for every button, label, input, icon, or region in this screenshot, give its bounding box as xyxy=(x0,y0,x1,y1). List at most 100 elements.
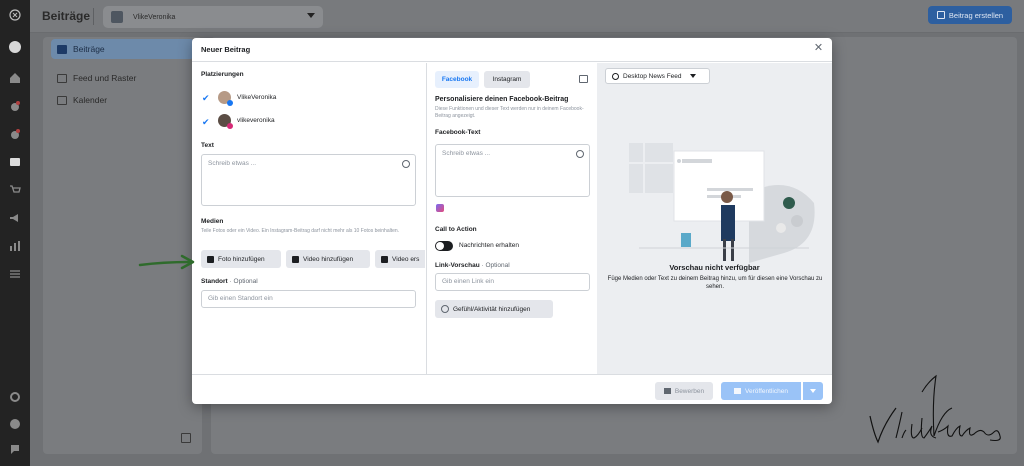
calendar-icon xyxy=(57,95,67,105)
content-icon[interactable] xyxy=(8,155,22,169)
video-create-icon xyxy=(381,255,388,263)
placements-label: Platzierungen xyxy=(201,71,244,78)
account-name: VlikeVeronika xyxy=(133,13,176,21)
post-settings-column: Platzierungen ✔ VlikeVeronika ✔ vlikever… xyxy=(192,63,425,374)
menu-icon[interactable] xyxy=(8,267,22,281)
help-icon[interactable] xyxy=(8,417,22,431)
preview-placement-dropdown[interactable]: Desktop News Feed xyxy=(605,68,710,84)
home-icon[interactable] xyxy=(8,71,22,85)
megaphone-icon xyxy=(663,388,671,394)
signature-logo xyxy=(869,374,1001,444)
text-input[interactable]: Schreib etwas ... xyxy=(201,154,416,206)
profile-avatar-icon[interactable] xyxy=(8,40,22,54)
account-selector[interactable]: VlikeVeronika xyxy=(103,6,323,28)
sidebar-item-label: Beiträge xyxy=(73,44,105,54)
add-photo-button[interactable]: Foto hinzufügen xyxy=(201,250,281,268)
new-post-dialog: Neuer Beitrag ✕ Platzierungen ✔ VlikeVer… xyxy=(192,38,832,404)
link-input[interactable]: Gib einen Link ein xyxy=(435,273,590,291)
dialog-title: Neuer Beitrag xyxy=(201,45,251,54)
create-video-label: Video ers xyxy=(392,255,420,263)
dialog-header: Neuer Beitrag ✕ xyxy=(192,38,832,62)
location-input[interactable]: Gib einen Standort ein xyxy=(201,290,416,308)
side-panel: Beiträge Feed und Raster Kalender xyxy=(43,37,202,454)
placement-name: VlikeVeronika xyxy=(237,94,277,101)
publish-options-button[interactable] xyxy=(803,382,823,400)
location-label: Standort · Optional xyxy=(201,278,258,285)
feed-icon xyxy=(57,73,67,83)
preview-toggle-icon[interactable] xyxy=(579,75,588,83)
video-icon xyxy=(292,255,299,263)
messages-toggle-label: Nachrichten erhalten xyxy=(459,242,519,249)
globe-icon xyxy=(612,72,619,80)
location-placeholder: Gib einen Standort ein xyxy=(208,295,273,302)
cta-label: Call to Action xyxy=(435,226,477,233)
divider xyxy=(93,8,94,25)
personalize-hint: Diese Funktionen und dieser Text werden … xyxy=(435,106,584,119)
optional-text: · Optional xyxy=(229,278,258,285)
optional-text: · Optional xyxy=(481,262,510,269)
sidebar-item-label: Kalender xyxy=(73,95,108,105)
top-bar: Beiträge VlikeVeronika Beitrag erstellen xyxy=(30,0,1024,33)
collapse-panel-icon[interactable] xyxy=(181,433,191,443)
emoji-icon[interactable] xyxy=(402,160,410,168)
media-label: Medien xyxy=(201,218,224,225)
tab-facebook[interactable]: Facebook xyxy=(435,71,479,88)
boost-label: Bewerben xyxy=(674,387,705,395)
emoji-icon[interactable] xyxy=(576,150,584,158)
preview-placement-label: Desktop News Feed xyxy=(623,72,682,80)
photo-icon xyxy=(207,255,214,263)
create-post-label: Beitrag erstellen xyxy=(948,10,1004,20)
page-title: Beiträge xyxy=(42,9,91,23)
facebook-customization-column: Facebook Instagram Personalisiere deinen… xyxy=(426,63,597,374)
sidebar-item-label: Feed und Raster xyxy=(73,73,137,83)
close-icon[interactable]: ✕ xyxy=(813,43,824,54)
ads-icon[interactable] xyxy=(8,211,22,225)
add-video-button[interactable]: Video hinzufügen xyxy=(286,250,370,268)
sidebar-item-feed[interactable]: Feed und Raster xyxy=(51,68,194,88)
settings-icon[interactable] xyxy=(8,390,22,404)
add-feeling-label: Gefühl/Aktivität hinzufügen xyxy=(453,305,531,313)
media-hint: Teile Fotos oder ein Video. Ein Instagra… xyxy=(201,228,400,234)
text-label: Text xyxy=(201,142,214,149)
activity-icon[interactable] xyxy=(8,127,22,141)
facebook-text-input[interactable]: Schreib etwas ... xyxy=(435,144,590,197)
add-video-label: Video hinzufügen xyxy=(303,255,354,263)
tab-instagram[interactable]: Instagram xyxy=(484,71,530,88)
notifications-icon[interactable] xyxy=(8,99,22,113)
publish-label: Veröffentlichen xyxy=(745,387,788,395)
messages-toggle[interactable] xyxy=(435,241,453,251)
account-avatar xyxy=(111,11,123,23)
preview-column: Desktop News Feed Vorschau nicht verfügb… xyxy=(597,63,832,374)
link-placeholder: Gib einen Link ein xyxy=(442,278,495,285)
feeling-icon xyxy=(441,305,449,313)
instagram-icon xyxy=(227,123,233,129)
sidebar-item-posts[interactable]: Beiträge xyxy=(51,39,194,59)
checkmark-icon[interactable]: ✔ xyxy=(202,117,212,127)
sidebar-item-calendar[interactable]: Kalender xyxy=(51,90,194,110)
add-photo-label: Foto hinzufügen xyxy=(218,255,265,263)
shop-icon[interactable] xyxy=(8,183,22,197)
link-preview-label-text: Link-Vorschau xyxy=(435,262,480,269)
preview-unavailable-title: Vorschau nicht verfügbar xyxy=(669,263,760,272)
facebook-text-placeholder: Schreib etwas ... xyxy=(442,150,491,157)
create-post-button[interactable]: Beitrag erstellen xyxy=(928,6,1012,24)
location-label-text: Standort xyxy=(201,278,228,285)
create-video-button[interactable]: Video ers xyxy=(375,250,425,268)
preview-unavailable-text: Füge Medien oder Text zu deinem Beitrag … xyxy=(607,276,823,290)
checkmark-icon[interactable]: ✔ xyxy=(202,93,212,103)
insights-icon[interactable] xyxy=(8,239,22,253)
dialog-footer: Bewerben Veröffentlichen xyxy=(192,374,832,404)
boost-button[interactable]: Bewerben xyxy=(655,382,713,400)
annotation-arrow xyxy=(138,254,195,270)
feedback-icon[interactable] xyxy=(8,442,22,456)
app-icon[interactable] xyxy=(436,204,444,212)
preview-unavailable-illustration xyxy=(629,143,815,263)
meta-logo-icon[interactable] xyxy=(8,8,22,22)
facebook-icon xyxy=(227,100,233,106)
chevron-down-icon xyxy=(689,74,696,78)
edit-icon xyxy=(936,11,945,19)
publish-button[interactable]: Veröffentlichen xyxy=(721,382,801,400)
add-feeling-button[interactable]: Gefühl/Aktivität hinzufügen xyxy=(435,300,553,318)
personalize-title: Personalisiere deinen Facebook-Beitrag xyxy=(435,96,569,103)
placement-name: vlikeveronika xyxy=(237,117,275,124)
